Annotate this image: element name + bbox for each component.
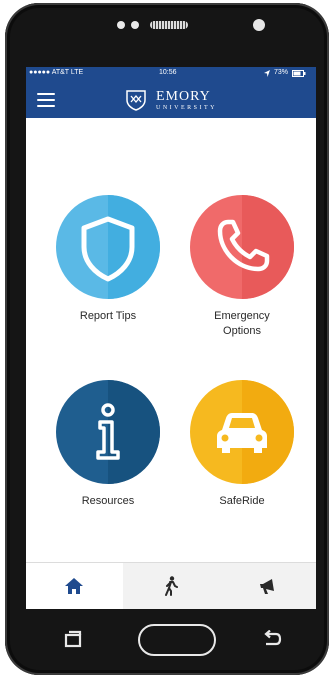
resources-tile[interactable]: Resources xyxy=(48,380,168,509)
home-button[interactable] xyxy=(138,624,216,656)
resources-label: Resources xyxy=(81,495,135,507)
saferide-tile[interactable]: SafeRide xyxy=(182,380,302,509)
megaphone-icon xyxy=(259,579,274,594)
app-screen: ●●●●● AT&T LTE 10:56 73% EMORY UNIVERSIT… xyxy=(26,67,316,609)
shield-icon xyxy=(81,216,135,282)
battery-text: 73% xyxy=(274,69,289,76)
app-header: EMORY UNIVERSITY xyxy=(26,80,316,118)
recent-apps-icon[interactable] xyxy=(64,630,82,648)
tab-announcements[interactable] xyxy=(219,563,316,609)
resources-circle xyxy=(56,380,160,484)
saferide-circle xyxy=(190,380,294,484)
brand-subtitle: UNIVERSITY xyxy=(156,104,217,111)
tab-walk[interactable] xyxy=(123,563,220,609)
speaker-grille xyxy=(150,21,188,29)
emergency-options-label: Emergency Options xyxy=(214,310,270,337)
sensor-dot xyxy=(131,21,139,29)
bottom-tab-bar xyxy=(26,562,316,609)
car-icon xyxy=(217,413,267,453)
android-nav-keys xyxy=(26,618,316,664)
emory-logo: EMORY UNIVERSITY xyxy=(124,88,217,112)
home-icon xyxy=(65,578,84,594)
report-tips-label: Report Tips xyxy=(79,310,137,322)
status-bar: ●●●●● AT&T LTE 10:56 73% xyxy=(26,67,316,80)
saferide-label: SafeRide xyxy=(219,495,265,507)
phone-icon xyxy=(217,219,270,272)
carrier-text: ●●●●● AT&T LTE xyxy=(29,69,84,76)
back-icon[interactable] xyxy=(262,630,282,648)
info-icon xyxy=(96,403,120,460)
report-tips-tile[interactable]: Report Tips xyxy=(48,195,168,324)
menu-icon[interactable] xyxy=(37,93,55,107)
emergency-options-circle xyxy=(190,195,294,299)
tab-home[interactable] xyxy=(26,563,123,609)
location-arrow-icon xyxy=(264,70,270,77)
emergency-options-tile[interactable]: Emergency Options xyxy=(182,195,302,339)
walking-person-icon xyxy=(165,576,178,596)
emory-shield-icon xyxy=(126,90,146,111)
sensor-dot xyxy=(117,21,125,29)
report-tips-circle xyxy=(56,195,160,299)
brand-title: EMORY xyxy=(156,88,211,104)
clock-text: 10:56 xyxy=(159,69,177,76)
battery-icon xyxy=(292,70,306,77)
front-camera xyxy=(253,19,265,31)
